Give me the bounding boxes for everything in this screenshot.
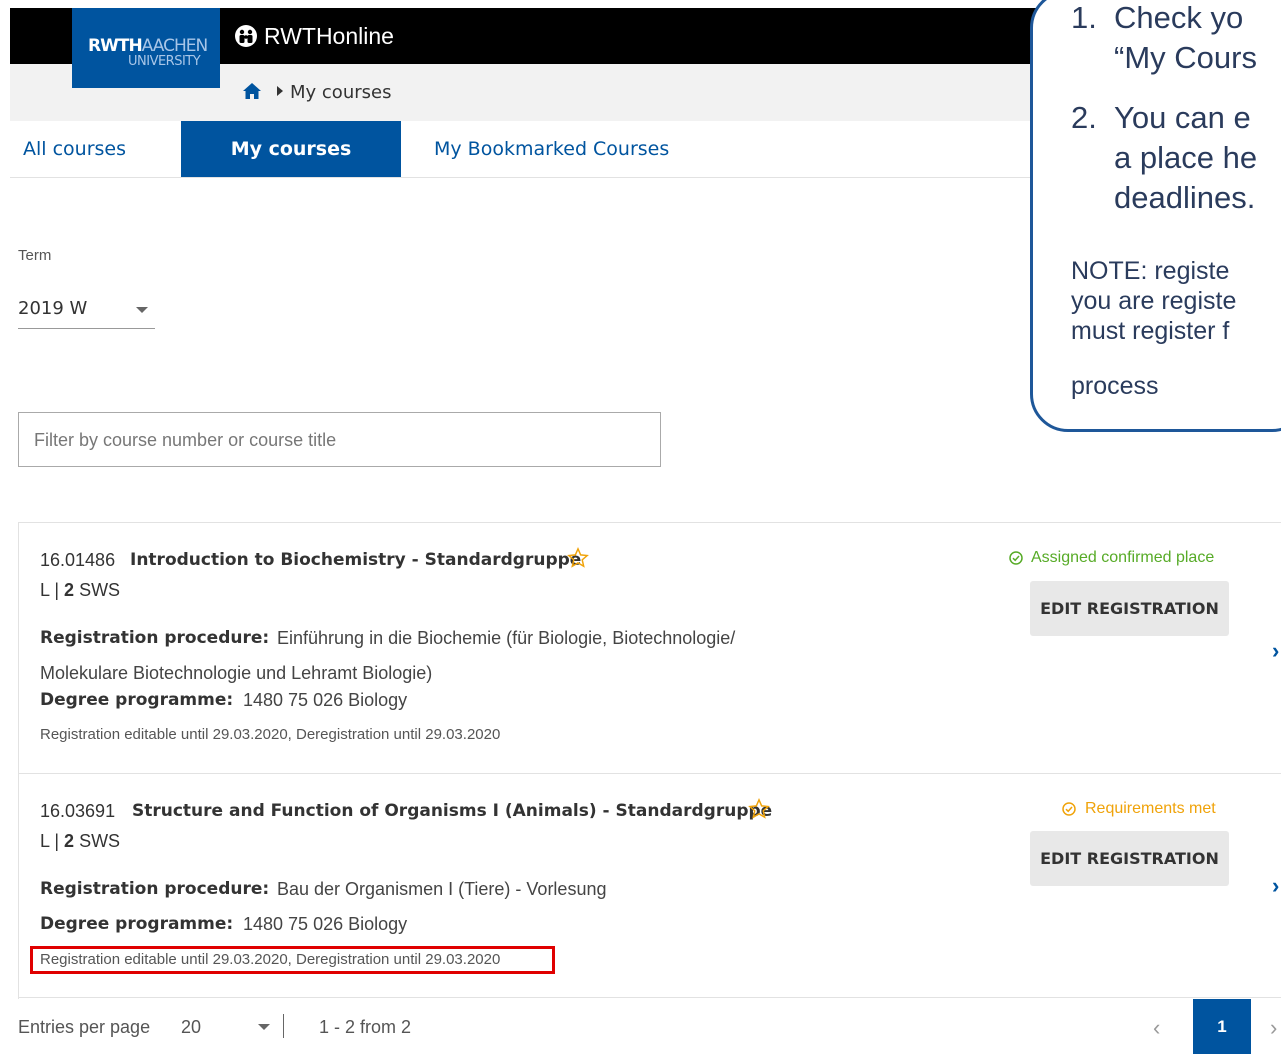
edit-registration-button[interactable]: EDIT REGISTRATION (1030, 581, 1229, 636)
clock-circle-icon (1062, 802, 1076, 816)
course-type: L | 2 SWS (40, 580, 121, 600)
logo-subtext: UNIVERSITY (128, 54, 201, 69)
chevron-down-icon[interactable] (258, 1024, 270, 1030)
logo-text: RWTHAACHEN (88, 36, 208, 56)
degree-label: Degree programme: (40, 914, 234, 934)
highlight-box (30, 946, 555, 974)
term-label: Term (18, 247, 52, 264)
rwthonline-logo-icon (235, 25, 257, 47)
course-type: L | 2 SWS (40, 831, 121, 851)
term-value: 2019 W (18, 298, 88, 319)
check-circle-icon (1009, 551, 1023, 565)
procedure-label: Registration procedure: (40, 628, 270, 648)
breadcrumb-current[interactable]: My courses (290, 82, 391, 103)
row-divider (18, 773, 1281, 774)
callout-note: you are registe (1071, 287, 1237, 315)
course-number: 16.01486 (40, 550, 116, 570)
bookmark-star-icon[interactable] (567, 547, 589, 569)
filter-placeholder: Filter by course number or course title (34, 430, 337, 450)
entries-per-page-label: Entries per page (18, 1017, 151, 1037)
degree-value: 1480 75 026 Biology (243, 690, 408, 710)
filter-input[interactable]: Filter by course number or course title (18, 412, 661, 467)
course-number: 16.03691 (40, 801, 116, 821)
list-divider (18, 997, 1281, 998)
page-button-current[interactable]: 1 (1193, 999, 1251, 1054)
chevron-down-icon (136, 307, 148, 313)
bookmark-star-icon[interactable] (748, 798, 770, 820)
entries-per-page-select[interactable]: 20 (181, 1017, 201, 1038)
pager-divider (283, 1014, 284, 1038)
previous-page-icon[interactable]: ‹ (1153, 1015, 1160, 1041)
edit-registration-button[interactable]: EDIT REGISTRATION (1030, 831, 1229, 886)
status-badge: Assigned confirmed place (1031, 549, 1215, 566)
registration-deadline: Registration editable until 29.03.2020, … (40, 726, 501, 743)
university-logo[interactable]: RWTHAACHEN UNIVERSITY (72, 8, 220, 88)
degree-label: Degree programme: (40, 690, 234, 710)
degree-value: 1480 75 026 Biology (243, 914, 408, 934)
status-badge: Requirements met (1085, 800, 1216, 817)
chevron-right-icon[interactable]: › (1272, 638, 1279, 664)
app-title[interactable]: RWTHonline (264, 23, 394, 50)
term-select[interactable]: 2019 W (18, 290, 155, 329)
procedure-value-cont: Molekulare Biotechnologie und Lehramt Bi… (40, 663, 433, 683)
callout-note: must register f (1071, 317, 1230, 345)
callout-note: NOTE: registe (1071, 257, 1230, 285)
course-title[interactable]: Introduction to Biochemistry - Standardg… (130, 550, 581, 570)
next-page-icon[interactable]: › (1270, 1015, 1277, 1041)
tab-all-courses[interactable]: All courses (23, 121, 126, 177)
home-icon[interactable] (242, 82, 262, 100)
procedure-label: Registration procedure: (40, 879, 270, 899)
breadcrumb-separator-icon (277, 86, 283, 96)
course-title[interactable]: Structure and Function of Organisms I (A… (132, 801, 772, 821)
pagination-range: 1 - 2 from 2 (319, 1017, 412, 1037)
procedure-value: Einführung in die Biochemie (für Biologi… (277, 628, 736, 648)
chevron-right-icon[interactable]: › (1272, 873, 1279, 899)
tab-my-courses[interactable]: My courses (181, 121, 401, 177)
procedure-value: Bau der Organismen I (Tiere) - Vorlesung (277, 879, 607, 899)
callout-note: process (1071, 372, 1159, 400)
tab-bookmarked-courses[interactable]: My Bookmarked Courses (434, 121, 669, 177)
